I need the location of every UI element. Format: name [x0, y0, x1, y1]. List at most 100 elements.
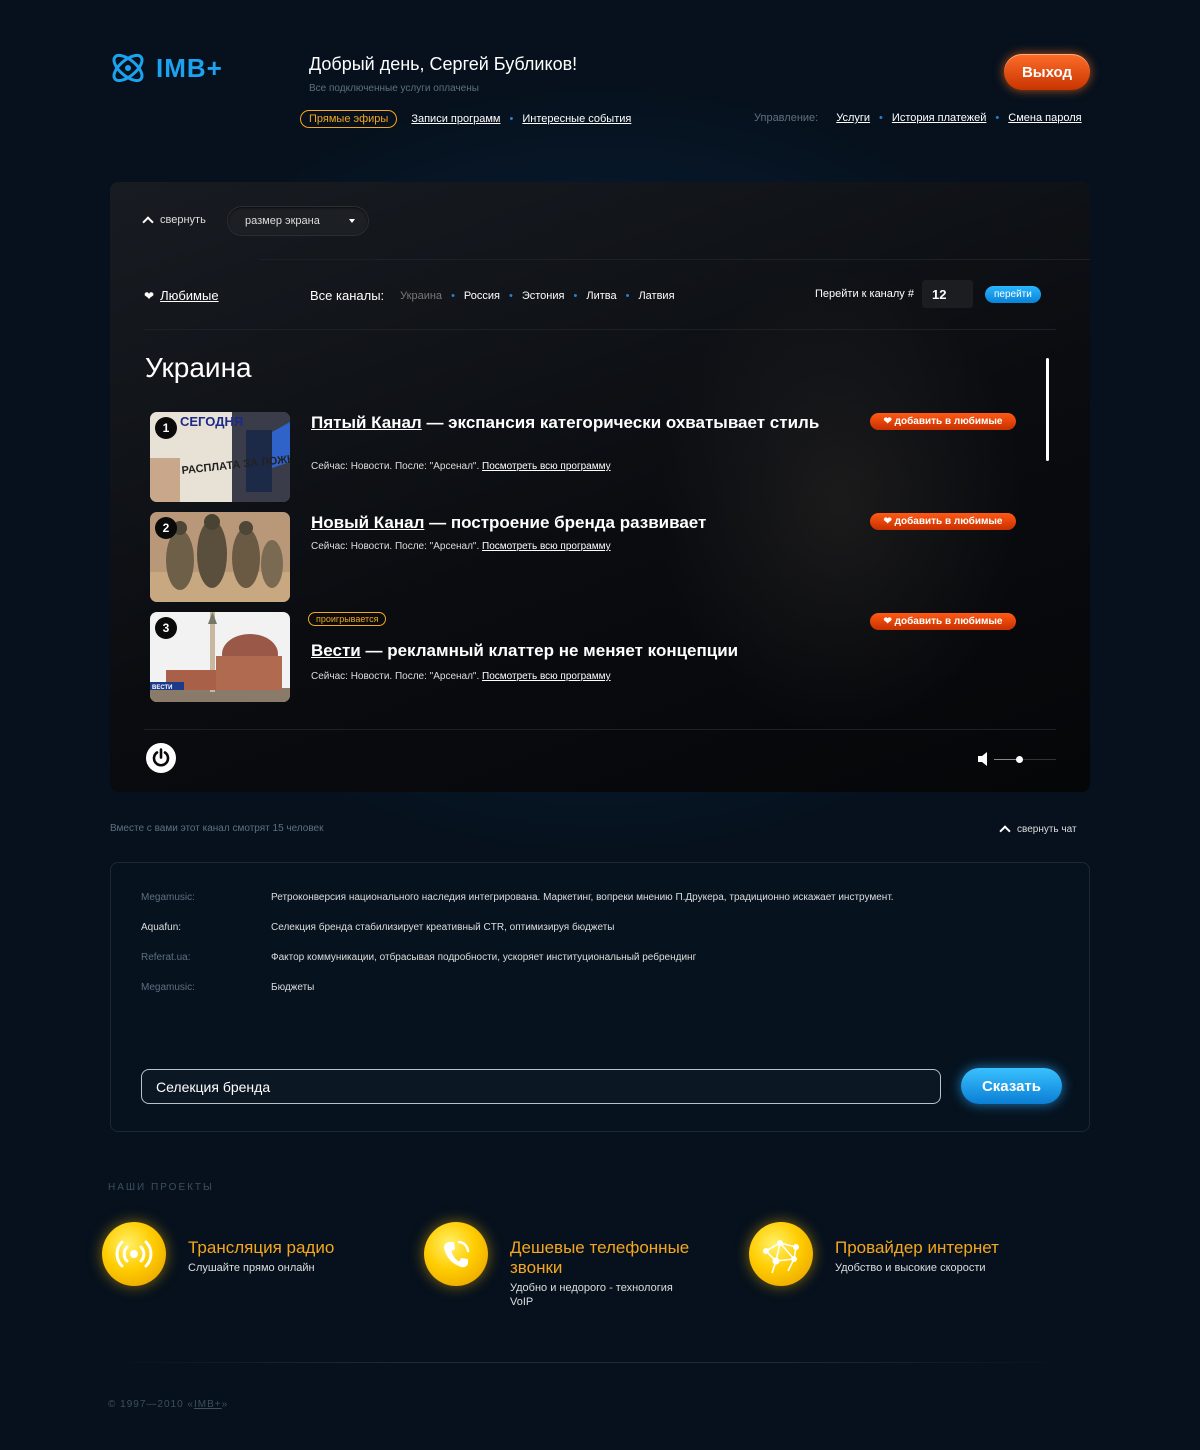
logout-button[interactable]: Выход [1004, 54, 1090, 90]
divider [144, 729, 1056, 730]
chat-text: Бюджеты [271, 982, 315, 993]
project-title[interactable]: Дешевые телефонные звонки [510, 1238, 710, 1278]
channel-name-link[interactable]: Пятый Канал [311, 413, 422, 432]
volume-control[interactable] [978, 752, 1056, 766]
collapse-label: свернуть [160, 214, 206, 226]
add-favorites-label: добавить в любимые [894, 416, 1003, 427]
screen-size-dropdown[interactable]: размер экрана [228, 207, 368, 235]
greeting: Добрый день, Сергей Бубликов! [309, 54, 578, 74]
nav-live[interactable]: Прямые эфиры [300, 110, 398, 128]
chat-message: Megamusic: Ретроконверсия национального … [141, 892, 894, 903]
country-separator: • [509, 289, 513, 302]
country-separator: • [573, 289, 578, 302]
chat-user[interactable]: Megamusic: [141, 892, 271, 903]
project-internet[interactable]: Провайдер интернет Удобство и высокие ск… [749, 1222, 999, 1286]
main-nav: Прямые эфиры Записи программ • Интересны… [300, 110, 631, 128]
chevron-up-icon [999, 825, 1011, 837]
divider [260, 259, 1090, 260]
country-latvia[interactable]: Латвия [638, 290, 674, 302]
channel-number: 2 [155, 517, 177, 539]
channel-title: Пятый Канал — экспансия категорически ох… [311, 412, 831, 433]
channel-item[interactable]: СЕГОДНЯ РАСПЛАТА ЗА ЛОЖЬ 1 Пятый Канал —… [150, 412, 1030, 502]
logo[interactable]: IMB+ [108, 46, 223, 90]
phone-icon [424, 1222, 488, 1286]
copyright-years: © 1997—2010 « [108, 1399, 194, 1410]
collapse-chat-button[interactable]: свернуть чат [999, 823, 1077, 837]
channel-title: Вести — рекламный клаттер не меняет конц… [311, 640, 831, 661]
volume-slider[interactable] [994, 755, 1056, 763]
heart-icon: ❤ [144, 288, 155, 303]
add-to-favorites-button[interactable]: ❤ добавить в любимые [870, 513, 1016, 530]
projects-heading: НАШИ ПРОЕКТЫ [108, 1182, 214, 1193]
channel-number: 1 [155, 417, 177, 439]
chat-text: Ретроконверсия национального наследия ин… [271, 892, 894, 903]
chat-panel: Megamusic: Ретроконверсия национального … [110, 862, 1090, 1132]
full-program-link[interactable]: Посмотреть всю программу [482, 461, 611, 472]
chat-message: Megamusic: Бюджеты [141, 982, 314, 993]
chat-user[interactable]: Megamusic: [141, 982, 271, 993]
heart-icon: ❤ [883, 616, 895, 627]
footer-divider [108, 1362, 1068, 1363]
project-title[interactable]: Трансляция радио [188, 1238, 334, 1258]
country-ukraine[interactable]: Украина [400, 290, 442, 302]
channel-list-scrollbar[interactable] [1046, 358, 1049, 461]
now-playing-badge: проигрывается [308, 612, 387, 626]
nav-recordings[interactable]: Записи программ [411, 113, 500, 125]
chat-user[interactable]: Referat.ua: [141, 952, 271, 963]
goto-button[interactable]: перейти [984, 285, 1041, 303]
caret-down-icon [349, 219, 355, 223]
country-russia[interactable]: Россия [464, 290, 500, 302]
country-estonia[interactable]: Эстония [522, 290, 565, 302]
send-message-button[interactable]: Сказать [961, 1068, 1062, 1104]
nav-change-password[interactable]: Смена пароля [1008, 112, 1081, 124]
full-program-link[interactable]: Посмотреть всю программу [482, 671, 611, 682]
country-filter: Все каналы: Украина • Россия • Эстония •… [310, 288, 675, 303]
channel-thumbnail[interactable]: СЕГОДНЯ РАСПЛАТА ЗА ЛОЖЬ 1 [150, 412, 290, 502]
channel-item[interactable]: ВЕСТИ 3 проигрывается Вести — рекламный … [150, 612, 1030, 702]
channel-thumbnail[interactable]: 2 [150, 512, 290, 602]
channel-title: Новый Канал — построение бренда развивае… [311, 512, 831, 533]
copyright: © 1997—2010 «IMB+» [108, 1399, 228, 1410]
chat-message: Referat.ua: Фактор коммуникации, отбрасы… [141, 952, 696, 963]
full-program-link[interactable]: Посмотреть всю программу [482, 541, 611, 552]
channel-name-link[interactable]: Вести [311, 641, 361, 660]
channel-schedule: Сейчас: Новости. После: "Арсенал". Посмо… [311, 541, 611, 552]
nav-events[interactable]: Интересные события [522, 113, 631, 125]
brand-link[interactable]: IMB+ [194, 1399, 222, 1410]
country-separator: • [625, 289, 630, 302]
screen-size-label: размер экрана [245, 215, 320, 227]
channel-item[interactable]: 2 Новый Канал — построение бренда развив… [150, 512, 1030, 602]
nav-payment-history[interactable]: История платежей [892, 112, 987, 124]
chat-input[interactable]: Селекция бренда [141, 1069, 941, 1104]
favorites-link[interactable]: ❤ Любимые [144, 288, 219, 303]
chat-message: Aquafun: Селекция бренда стабилизирует к… [141, 922, 614, 933]
collapse-player-button[interactable]: свернуть [142, 214, 206, 228]
schedule-text: Сейчас: Новости. После: "Арсенал". [311, 461, 483, 472]
volume-knob[interactable] [1015, 755, 1023, 763]
project-radio[interactable]: Трансляция радио Слушайте прямо онлайн [102, 1222, 334, 1286]
channel-number: 3 [155, 617, 177, 639]
project-phone[interactable]: Дешевые телефонные звонки Удобно и недор… [424, 1222, 710, 1309]
chevron-up-icon [142, 216, 154, 228]
paper-masthead: СЕГОДНЯ [180, 414, 243, 429]
country-lithuania[interactable]: Литва [586, 290, 616, 302]
all-channels-label: Все каналы: [310, 288, 385, 303]
channel-name-link[interactable]: Новый Канал [311, 513, 424, 532]
channel-program: — экспансия категорически охватывает сти… [421, 413, 820, 432]
nav-services[interactable]: Услуги [836, 112, 870, 124]
add-to-favorites-button[interactable]: ❤ добавить в любимые [870, 413, 1016, 430]
channel-number-input[interactable]: 12 [921, 280, 973, 308]
heart-icon: ❤ [883, 416, 895, 427]
power-icon [152, 748, 170, 767]
channel-schedule: Сейчас: Новости. После: "Арсенал". Посмо… [311, 671, 611, 682]
management-nav: Управление: Услуги • История платежей • … [754, 112, 1082, 124]
project-title[interactable]: Провайдер интернет [835, 1238, 999, 1258]
power-button[interactable] [146, 743, 176, 773]
chat-user[interactable]: Aquafun: [141, 922, 271, 933]
add-to-favorites-button[interactable]: ❤ добавить в любимые [870, 613, 1016, 630]
network-icon [749, 1222, 813, 1286]
channel-thumbnail[interactable]: ВЕСТИ 3 [150, 612, 290, 702]
collapse-chat-label: свернуть чат [1017, 823, 1077, 835]
project-description: Удобно и недорого - технология VoIP [510, 1282, 673, 1308]
channel-program: — построение бренда развивает [424, 513, 707, 532]
